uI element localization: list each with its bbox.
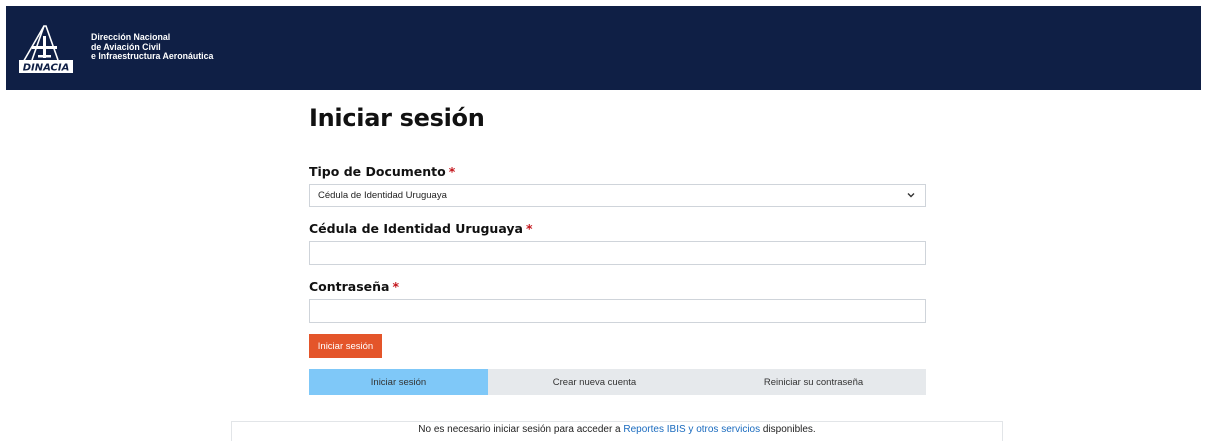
tab-login[interactable]: Iniciar sesión: [309, 369, 488, 395]
id-number-input[interactable]: [309, 241, 926, 265]
tab-create-account[interactable]: Crear nueva cuenta: [488, 369, 701, 395]
required-mark: *: [448, 164, 456, 179]
password-input[interactable]: [309, 299, 926, 323]
info-text-after: disponibles.: [760, 424, 816, 435]
id-field-label: Cédula de Identidad Uruguaya *: [309, 221, 533, 236]
info-banner: No es necesario iniciar sesión para acce…: [231, 421, 1003, 441]
top-header: DINACIA Dirección Nacional de Aviación C…: [6, 6, 1201, 90]
doc-type-select[interactable]: Cédula de Identidad Uruguaya: [309, 184, 926, 207]
doc-type-label-text: Tipo de Documento: [309, 164, 446, 179]
password-label-text: Contraseña: [309, 279, 390, 294]
brand-line-3: e Infraestructura Aeronáutica: [91, 51, 214, 61]
info-text-before: No es necesario iniciar sesión para acce…: [418, 424, 624, 435]
doc-type-selected-value: Cédula de Identidad Uruguaya: [318, 190, 447, 201]
password-label: Contraseña *: [309, 279, 399, 294]
login-submit-button[interactable]: Iniciar sesión: [309, 334, 382, 358]
reports-link[interactable]: Reportes IBIS y otros servicios: [623, 424, 760, 435]
brand-name: Dirección Nacional de Aviación Civil e I…: [91, 32, 214, 62]
tab-reset-password[interactable]: Reiniciar su contraseña: [701, 369, 926, 395]
logo-text: DINACIA: [23, 63, 70, 74]
page-title: Iniciar sesión: [309, 104, 485, 132]
required-mark: *: [392, 279, 400, 294]
required-mark: *: [525, 221, 533, 236]
auth-tabs: Iniciar sesión Crear nueva cuenta Reinic…: [309, 369, 926, 395]
dinacia-logo[interactable]: DINACIA: [18, 20, 74, 76]
id-field-label-text: Cédula de Identidad Uruguaya: [309, 221, 523, 236]
doc-type-label: Tipo de Documento *: [309, 164, 455, 179]
chevron-down-icon: [907, 193, 915, 198]
